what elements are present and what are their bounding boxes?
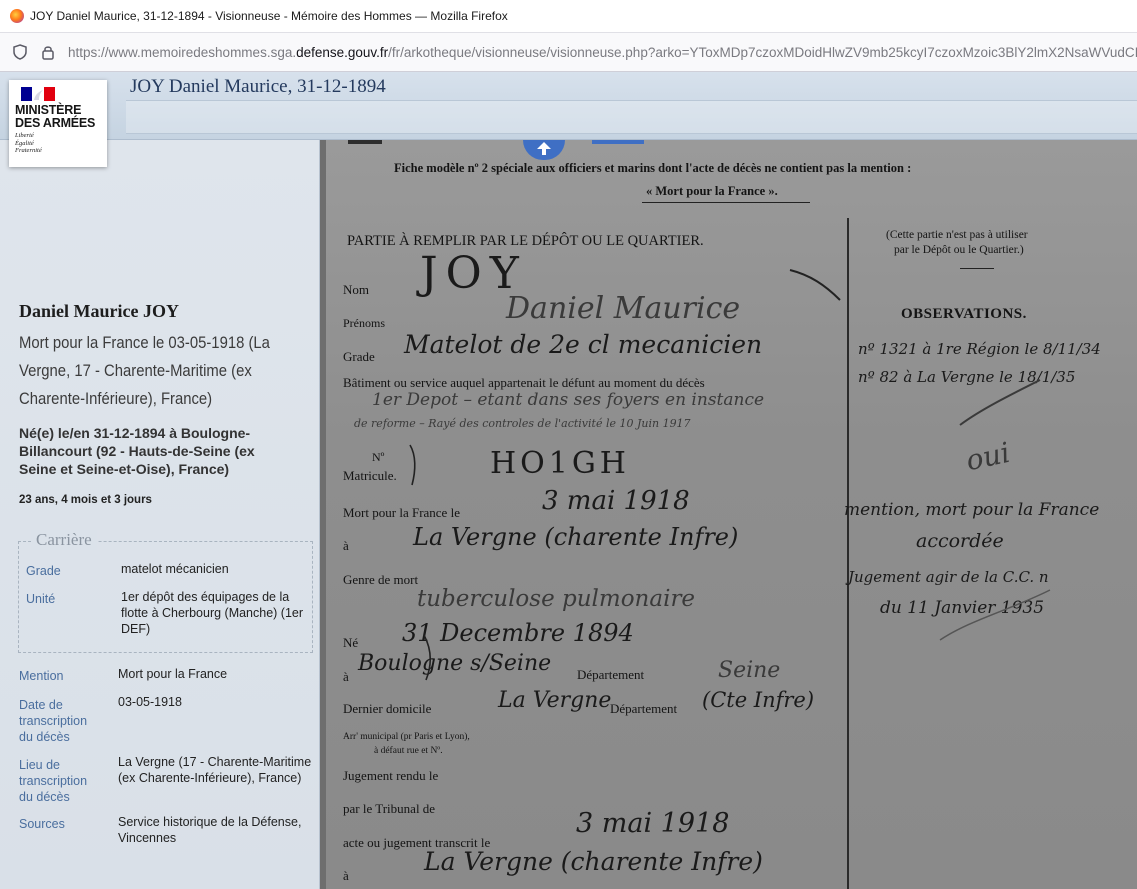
grade-label: Grade (26, 564, 61, 578)
url-domain: defense.gouv.fr (296, 44, 389, 60)
ink-strokes (409, 269, 1051, 681)
url-field[interactable]: https://www.memoiredeshommes.sga.defense… (68, 45, 1137, 60)
transcription-date-label: Date de transcription du décès (19, 698, 88, 744)
lock-icon[interactable] (40, 44, 56, 60)
info-panel: Daniel Maurice JOY Mort pour la France l… (0, 140, 320, 889)
grade-value: matelot mécanicien (121, 562, 229, 576)
firefox-icon (10, 9, 24, 23)
transcription-place-label: Lieu de transcription du décès (19, 758, 88, 804)
document-viewer[interactable]: Fiche modèle nº 2 spéciale aux officiers… (320, 140, 1137, 889)
transcription-place-value: La Vergne (17 - Charente-Maritime (ex Ch… (118, 755, 312, 785)
motto-egalite: Égalité (15, 139, 34, 147)
unit-label: Unité (26, 592, 56, 606)
page-title: JOY Daniel Maurice, 31-12-1894 (130, 76, 386, 97)
mention-label: Mention (19, 669, 64, 683)
unit-value: 1er dépôt des équipages de la flotte à C… (121, 590, 304, 636)
scanned-death-record: Fiche modèle nº 2 spéciale aux officiers… (320, 140, 1137, 889)
motto-liberte: Liberté (15, 132, 34, 139)
header-band (126, 100, 1137, 134)
sources-value: Service historique de la Défense, Vincen… (118, 815, 302, 845)
window-titlebar: JOY Daniel Maurice, 31-12-1894 - Visionn… (0, 0, 1137, 32)
sources-label: Sources (19, 817, 65, 831)
age-at-death: 23 ans, 4 mois et 3 jours (19, 494, 152, 506)
person-name: Daniel Maurice JOY (19, 301, 179, 321)
navigation-bar: https://www.memoiredeshommes.sga.defense… (0, 32, 1137, 72)
url-prefix: https://www.memoiredeshommes.sga. (68, 44, 297, 60)
ministry-logo[interactable]: MINISTÈRE DES ARMÉES Liberté Égalité Fra… (9, 80, 107, 167)
birth-info: Né(e) le/en 31-12-1894 à Boulogne-Billan… (19, 425, 255, 477)
shield-icon[interactable] (12, 44, 28, 60)
transcription-date-value: 03-05-1918 (118, 695, 182, 709)
logo-title-line2: DES ARMÉES (15, 116, 96, 130)
url-path: /fr/arkotheque/visionneuse/visionneuse.p… (388, 44, 1137, 60)
mention-value: Mort pour la France (118, 667, 228, 681)
site-header: JOY Daniel Maurice, 31-12-1894 (0, 72, 1137, 140)
career-legend: Carrière (31, 530, 97, 550)
death-summary: Mort pour la France le 03-05-1918 (La Ve… (19, 334, 270, 408)
logo-motto: Liberté Égalité Fraternité (15, 132, 101, 155)
career-fieldset: Carrière Grade matelot mécanicien Unité … (18, 530, 313, 653)
window-title: JOY Daniel Maurice, 31-12-1894 - Visionn… (30, 9, 508, 23)
motto-fraternite: Fraternité (15, 147, 42, 154)
marianne-flag-icon (21, 87, 55, 101)
logo-title: MINISTÈRE DES ARMÉES (15, 104, 101, 130)
